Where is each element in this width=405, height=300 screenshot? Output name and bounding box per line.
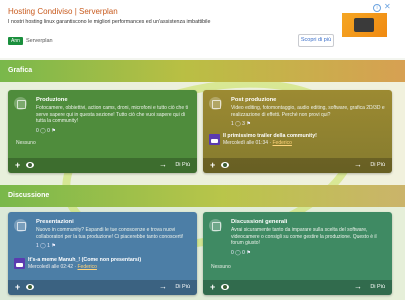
arrow-right-icon[interactable]: →	[159, 282, 167, 292]
forum-stats: 0 ◯ 0 ⚑	[231, 249, 251, 256]
last-post-meta: Mercoledì alle 01:34 · Federico	[223, 140, 317, 147]
card-footer: + → Di Più	[203, 158, 392, 173]
last-post-title[interactable]: Il primissimo trailer della community!	[223, 133, 317, 140]
ad-banner[interactable]: Hosting Condiviso | Serverplan I nostri …	[0, 0, 405, 58]
forum-description: Avrai sicuramente tanto da imparare sull…	[231, 227, 377, 246]
ad-description: I nostri hosting linux garantiscono le m…	[8, 19, 211, 25]
last-post-meta: Mercoledì alle 02:42 · Federico	[28, 264, 141, 271]
last-post-author[interactable]: Federico	[272, 140, 291, 146]
forum-description: Fotocamere, obbiettivi, action cams, dro…	[36, 105, 189, 124]
forum-card-discussioni-generali[interactable]: Discussioni generali Avrai sicuramente t…	[203, 212, 392, 295]
last-post-none: Nessuno	[211, 264, 231, 270]
last-post-none: Nessuno	[16, 140, 36, 146]
last-post-date: Mercoledì alle 02:42 ·	[28, 264, 77, 270]
plus-icon[interactable]: +	[15, 160, 20, 170]
more-link[interactable]: Di Più	[175, 284, 190, 291]
forum-card-presentazioni[interactable]: Presentazioni Nuovo in community? Espand…	[8, 212, 197, 295]
forum-title[interactable]: Produzione	[36, 96, 191, 104]
last-post-date: Mercoledì alle 01:34 ·	[223, 140, 272, 146]
last-post[interactable]: Il primissimo trailer della community! M…	[209, 133, 317, 147]
section-header-discussione[interactable]: Discussione	[0, 185, 405, 207]
forum-card-post-produzione[interactable]: Post produzione Video editing, fotomonta…	[203, 90, 392, 173]
forum-title[interactable]: Presentazioni	[36, 218, 191, 226]
forum-stats: 1 ◯ 1 ⚑	[36, 243, 56, 249]
avatar[interactable]	[14, 258, 25, 269]
forum-stats: 0 ◯ 0 ⚑	[36, 127, 56, 134]
eye-icon[interactable]	[221, 162, 229, 168]
forum-title[interactable]: Discussioni generali	[231, 218, 386, 226]
eye-icon[interactable]	[26, 284, 34, 290]
ad-domain: Serverplan	[26, 38, 53, 44]
avatar[interactable]	[209, 134, 220, 145]
close-icon[interactable]: ✕	[384, 3, 391, 11]
info-icon[interactable]: i	[373, 4, 381, 12]
plus-icon[interactable]: +	[210, 282, 215, 292]
arrow-right-icon[interactable]: →	[159, 160, 167, 170]
forum-stats: 1 ◯ 3 ⚑	[231, 121, 251, 127]
more-link[interactable]: Di Più	[370, 162, 385, 169]
last-post-title[interactable]: It's-a meme Manuh_! (Come non presentars…	[28, 257, 141, 264]
arrow-right-icon[interactable]: →	[354, 282, 362, 292]
card-footer: + → Di Più	[203, 280, 392, 295]
card-footer: + → Di Più	[8, 158, 197, 173]
card-footer: + → Di Più	[8, 280, 197, 295]
more-link[interactable]: Di Più	[175, 162, 190, 169]
forum-card-produzione[interactable]: Produzione Fotocamere, obbiettivi, actio…	[8, 90, 197, 173]
plus-icon[interactable]: +	[15, 282, 20, 292]
eye-icon[interactable]	[26, 162, 34, 168]
forum-description: Video editing, fotomontaggio, audio edit…	[231, 105, 385, 118]
eye-icon[interactable]	[221, 284, 229, 290]
ad-cta-button[interactable]: Scopri di più	[298, 34, 334, 47]
arrow-right-icon[interactable]: →	[354, 160, 362, 170]
section-header-grafica[interactable]: Grafica	[0, 60, 405, 82]
last-post-author[interactable]: Federico	[77, 264, 96, 270]
forum-title[interactable]: Post produzione	[231, 96, 386, 104]
ad-title[interactable]: Hosting Condiviso | Serverplan	[8, 7, 118, 16]
plus-icon[interactable]: +	[210, 160, 215, 170]
forum-description: Nuovo in community? Espandi le tue conos…	[36, 227, 184, 240]
ad-badge: Ann	[8, 37, 23, 45]
more-link[interactable]: Di Più	[370, 284, 385, 291]
last-post[interactable]: It's-a meme Manuh_! (Come non presentars…	[14, 257, 141, 271]
ad-image[interactable]	[342, 13, 387, 37]
